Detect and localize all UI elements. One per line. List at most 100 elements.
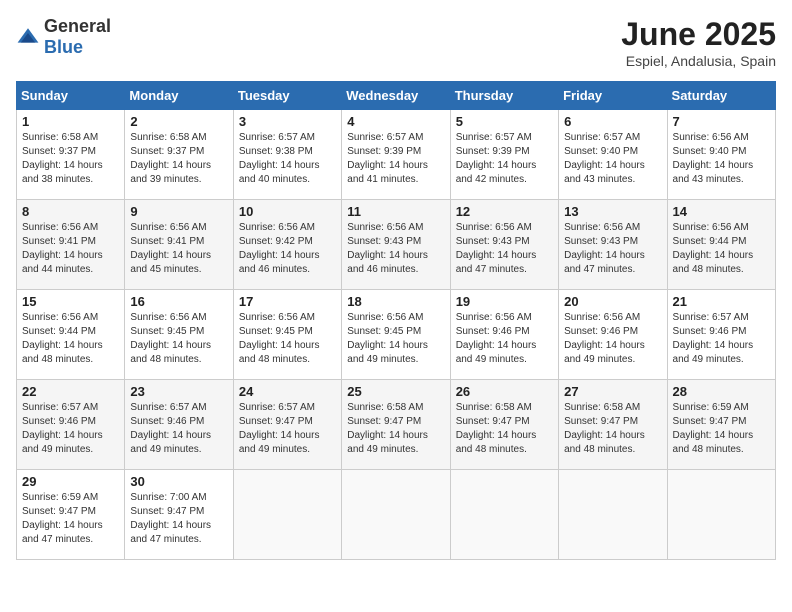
day-number: 17 bbox=[239, 294, 336, 309]
empty-cell bbox=[450, 470, 558, 560]
calendar-cell-25: 25Sunrise: 6:58 AMSunset: 9:47 PMDayligh… bbox=[342, 380, 450, 470]
calendar-cell-30: 30 Sunrise: 7:00 AMSunset: 9:47 PMDayligh… bbox=[125, 470, 233, 560]
day-number: 4 bbox=[347, 114, 444, 129]
calendar-cell-4: 4 Sunrise: 6:57 AMSunset: 9:39 PMDaylight… bbox=[342, 110, 450, 200]
cell-info: Sunrise: 6:57 AMSunset: 9:39 PMDaylight:… bbox=[347, 132, 428, 185]
calendar-cell-24: 24 Sunrise: 6:57 AMSunset: 9:47 PMDayligh… bbox=[233, 380, 341, 470]
header-row: Sunday Monday Tuesday Wednesday Thursday… bbox=[17, 82, 776, 110]
day-number: 24 bbox=[239, 384, 336, 399]
cell-info: Sunrise: 6:57 AMSunset: 9:47 PMDaylight:… bbox=[239, 402, 320, 455]
day-number: 2 bbox=[130, 114, 227, 129]
calendar-cell-29: 29 Sunrise: 6:59 AMSunset: 9:47 PMDayligh… bbox=[17, 470, 125, 560]
calendar-cell-6: 6Sunrise: 6:57 AMSunset: 9:40 PMDaylight… bbox=[559, 110, 667, 200]
calendar-cell-16: 16 Sunrise: 6:56 AMSunset: 9:45 PMDayligh… bbox=[125, 290, 233, 380]
cell-info: Sunrise: 6:57 AMSunset: 9:46 PMDaylight:… bbox=[130, 402, 211, 455]
logo-icon bbox=[16, 25, 40, 49]
col-friday: Friday bbox=[559, 82, 667, 110]
day-number: 10 bbox=[239, 204, 336, 219]
col-sunday: Sunday bbox=[17, 82, 125, 110]
calendar-cell-15: 15 Sunrise: 6:56 AMSunset: 9:44 PMDayligh… bbox=[17, 290, 125, 380]
calendar-cell-23: 23 Sunrise: 6:57 AMSunset: 9:46 PMDayligh… bbox=[125, 380, 233, 470]
calendar-cell-11: 11Sunrise: 6:56 AMSunset: 9:43 PMDayligh… bbox=[342, 200, 450, 290]
col-thursday: Thursday bbox=[450, 82, 558, 110]
logo: General Blue bbox=[16, 16, 111, 58]
calendar-row: 29 Sunrise: 6:59 AMSunset: 9:47 PMDayligh… bbox=[17, 470, 776, 560]
cell-info: Sunrise: 6:56 AMSunset: 9:46 PMDaylight:… bbox=[456, 312, 537, 365]
cell-info: Sunrise: 6:56 AMSunset: 9:40 PMDaylight:… bbox=[673, 132, 754, 185]
empty-cell bbox=[342, 470, 450, 560]
cell-info: Sunrise: 6:56 AMSunset: 9:43 PMDaylight:… bbox=[456, 222, 537, 275]
calendar-cell-26: 26Sunrise: 6:58 AMSunset: 9:47 PMDayligh… bbox=[450, 380, 558, 470]
day-number: 19 bbox=[456, 294, 553, 309]
calendar-cell-22: 22 Sunrise: 6:57 AMSunset: 9:46 PMDayligh… bbox=[17, 380, 125, 470]
cell-info: Sunrise: 7:00 AMSunset: 9:47 PMDaylight:… bbox=[130, 492, 211, 545]
calendar-row: 8 Sunrise: 6:56 AMSunset: 9:41 PMDaylight… bbox=[17, 200, 776, 290]
day-number: 30 bbox=[130, 474, 227, 489]
day-number: 13 bbox=[564, 204, 661, 219]
calendar-cell-17: 17 Sunrise: 6:56 AMSunset: 9:45 PMDayligh… bbox=[233, 290, 341, 380]
day-number: 9 bbox=[130, 204, 227, 219]
cell-info: Sunrise: 6:56 AMSunset: 9:44 PMDaylight:… bbox=[22, 312, 103, 365]
cell-info: Sunrise: 6:58 AMSunset: 9:47 PMDaylight:… bbox=[347, 402, 428, 455]
cell-info: Sunrise: 6:56 AMSunset: 9:43 PMDaylight:… bbox=[564, 222, 645, 275]
calendar-cell-10: 10 Sunrise: 6:56 AMSunset: 9:42 PMDayligh… bbox=[233, 200, 341, 290]
day-number: 27 bbox=[564, 384, 661, 399]
day-number: 15 bbox=[22, 294, 119, 309]
calendar-cell-9: 9 Sunrise: 6:56 AMSunset: 9:41 PMDaylight… bbox=[125, 200, 233, 290]
cell-info: Sunrise: 6:56 AMSunset: 9:41 PMDaylight:… bbox=[130, 222, 211, 275]
month-title: June 2025 bbox=[621, 16, 776, 53]
day-number: 22 bbox=[22, 384, 119, 399]
day-number: 5 bbox=[456, 114, 553, 129]
calendar-cell-2: 2 Sunrise: 6:58 AMSunset: 9:37 PMDaylight… bbox=[125, 110, 233, 200]
location: Espiel, Andalusia, Spain bbox=[621, 53, 776, 69]
cell-info: Sunrise: 6:57 AMSunset: 9:38 PMDaylight:… bbox=[239, 132, 320, 185]
calendar-cell-5: 5 Sunrise: 6:57 AMSunset: 9:39 PMDaylight… bbox=[450, 110, 558, 200]
calendar-cell-12: 12 Sunrise: 6:56 AMSunset: 9:43 PMDayligh… bbox=[450, 200, 558, 290]
logo-general: General bbox=[44, 16, 111, 36]
calendar-cell-18: 18 Sunrise: 6:56 AMSunset: 9:45 PMDayligh… bbox=[342, 290, 450, 380]
day-number: 3 bbox=[239, 114, 336, 129]
calendar-cell-1: 1 Sunrise: 6:58 AMSunset: 9:37 PMDaylight… bbox=[17, 110, 125, 200]
cell-info: Sunrise: 6:56 AMSunset: 9:41 PMDaylight:… bbox=[22, 222, 103, 275]
day-number: 1 bbox=[22, 114, 119, 129]
calendar-cell-7: 7 Sunrise: 6:56 AMSunset: 9:40 PMDaylight… bbox=[667, 110, 775, 200]
day-number: 6 bbox=[564, 114, 661, 129]
cell-info: Sunrise: 6:58 AMSunset: 9:37 PMDaylight:… bbox=[22, 132, 103, 185]
day-number: 26 bbox=[456, 384, 553, 399]
day-number: 12 bbox=[456, 204, 553, 219]
empty-cell bbox=[559, 470, 667, 560]
calendar-cell-28: 28 Sunrise: 6:59 AMSunset: 9:47 PMDayligh… bbox=[667, 380, 775, 470]
day-number: 8 bbox=[22, 204, 119, 219]
calendar-cell-8: 8 Sunrise: 6:56 AMSunset: 9:41 PMDaylight… bbox=[17, 200, 125, 290]
cell-info: Sunrise: 6:59 AMSunset: 9:47 PMDaylight:… bbox=[673, 402, 754, 455]
calendar-cell-13: 13 Sunrise: 6:56 AMSunset: 9:43 PMDayligh… bbox=[559, 200, 667, 290]
calendar-row: 22 Sunrise: 6:57 AMSunset: 9:46 PMDayligh… bbox=[17, 380, 776, 470]
calendar-row: 15 Sunrise: 6:56 AMSunset: 9:44 PMDayligh… bbox=[17, 290, 776, 380]
day-number: 29 bbox=[22, 474, 119, 489]
calendar-cell-27: 27Sunrise: 6:58 AMSunset: 9:47 PMDayligh… bbox=[559, 380, 667, 470]
day-number: 16 bbox=[130, 294, 227, 309]
day-number: 18 bbox=[347, 294, 444, 309]
day-number: 7 bbox=[673, 114, 770, 129]
title-block: June 2025 Espiel, Andalusia, Spain bbox=[621, 16, 776, 69]
cell-info: Sunrise: 6:56 AMSunset: 9:45 PMDaylight:… bbox=[130, 312, 211, 365]
cell-info: Sunrise: 6:59 AMSunset: 9:47 PMDaylight:… bbox=[22, 492, 103, 545]
col-monday: Monday bbox=[125, 82, 233, 110]
cell-info: Sunrise: 6:56 AMSunset: 9:45 PMDaylight:… bbox=[239, 312, 320, 365]
cell-info: Sunrise: 6:57 AMSunset: 9:46 PMDaylight:… bbox=[22, 402, 103, 455]
cell-info: Sunrise: 6:58 AMSunset: 9:37 PMDaylight:… bbox=[130, 132, 211, 185]
day-number: 20 bbox=[564, 294, 661, 309]
cell-info: Sunrise: 6:57 AMSunset: 9:39 PMDaylight:… bbox=[456, 132, 537, 185]
calendar-cell-3: 3 Sunrise: 6:57 AMSunset: 9:38 PMDaylight… bbox=[233, 110, 341, 200]
cell-info: Sunrise: 6:56 AMSunset: 9:42 PMDaylight:… bbox=[239, 222, 320, 275]
cell-info: Sunrise: 6:56 AMSunset: 9:43 PMDaylight:… bbox=[347, 222, 428, 275]
day-number: 21 bbox=[673, 294, 770, 309]
empty-cell bbox=[233, 470, 341, 560]
cell-info: Sunrise: 6:56 AMSunset: 9:46 PMDaylight:… bbox=[564, 312, 645, 365]
day-number: 23 bbox=[130, 384, 227, 399]
calendar-cell-14: 14Sunrise: 6:56 AMSunset: 9:44 PMDayligh… bbox=[667, 200, 775, 290]
cell-info: Sunrise: 6:57 AMSunset: 9:46 PMDaylight:… bbox=[673, 312, 754, 365]
cell-info: Sunrise: 6:56 AMSunset: 9:44 PMDaylight:… bbox=[673, 222, 754, 275]
day-number: 28 bbox=[673, 384, 770, 399]
cell-info: Sunrise: 6:56 AMSunset: 9:45 PMDaylight:… bbox=[347, 312, 428, 365]
